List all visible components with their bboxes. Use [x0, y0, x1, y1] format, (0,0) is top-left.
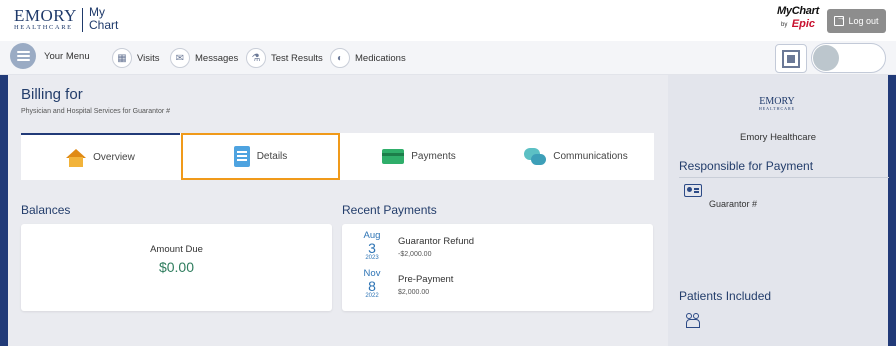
logo-brand-big: EMORY — [14, 6, 77, 25]
nav-item-messages[interactable]: ✉ Messages — [170, 47, 238, 69]
organization-logo: EMORY HEALTHCARE — [737, 97, 817, 111]
recent-payments-card: Aug 3 2023 Guarantor Refund -$2,000.00 N… — [342, 224, 653, 311]
nav-item-label: Test Results — [271, 52, 323, 64]
payment-date: Nov 8 2022 — [352, 269, 392, 299]
payment-title: Guarantor Refund — [398, 236, 475, 247]
patients-heading: Patients Included — [679, 289, 772, 303]
right-sidebar — [668, 75, 888, 346]
payment-day: 8 — [368, 277, 376, 294]
emory-logo[interactable]: EMORY HEALTHCARE — [14, 7, 77, 32]
list-item[interactable]: Nov 8 2022 Pre-Payment $2,000.00 — [342, 269, 652, 305]
responsible-heading: Responsible for Payment — [679, 159, 814, 173]
page-title: Billing for — [21, 86, 83, 103]
tab-label: Communications — [553, 151, 628, 162]
your-menu-label: Your Menu — [44, 50, 90, 62]
logout-button[interactable]: Log out — [827, 9, 886, 33]
left-edge-bar — [0, 75, 8, 346]
page-subtitle: Physician and Hospital Services for Guar… — [21, 108, 171, 115]
nav-item-medications[interactable]: ◐ Medications — [330, 47, 406, 69]
by-label: by — [780, 21, 788, 28]
balances-heading: Balances — [21, 203, 71, 217]
account-switcher[interactable] — [811, 43, 886, 73]
payment-amount: -$2,000.00 — [398, 251, 432, 258]
sidebar-divider — [679, 177, 889, 178]
tab-label: Details — [256, 151, 288, 162]
payment-amount: $2,000.00 — [398, 289, 430, 296]
billing-tabs: Overview Details Payments Communications — [21, 133, 654, 180]
amount-due-card[interactable]: Amount Due $0.00 — [21, 224, 332, 311]
list-item[interactable]: Aug 3 2023 Guarantor Refund -$2,000.00 — [342, 231, 652, 267]
logout-icon — [834, 12, 845, 26]
org-logo-small: HEALTHCARE — [758, 106, 796, 111]
amount-due-label: Amount Due — [150, 244, 203, 255]
id-card-icon — [684, 184, 702, 197]
mychart-label: MyChart — [777, 5, 819, 17]
nav-item-visits[interactable]: ▦ Visits — [112, 47, 160, 69]
amount-due-value: $0.00 — [158, 259, 195, 275]
logo-divider — [82, 8, 83, 32]
right-edge-bar — [888, 75, 896, 346]
tab-communications[interactable]: Communications — [498, 133, 654, 180]
flask-icon: ⚗ — [246, 48, 266, 68]
app-name: My Chart — [89, 6, 118, 32]
tab-details[interactable]: Details — [181, 133, 340, 180]
main-nav: Your Menu ▦ Visits ✉ Messages ⚗ Test Res… — [0, 41, 896, 75]
pill-icon: ◐ — [330, 48, 350, 68]
chat-bubbles-icon — [524, 147, 547, 166]
tab-overview[interactable]: Overview — [21, 133, 180, 180]
organization-name: Emory Healthcare — [739, 132, 817, 143]
logo-brand-small: HEALTHCARE — [14, 24, 73, 31]
calendar-icon: ▦ — [112, 48, 132, 68]
hamburger-menu-icon — [10, 43, 36, 69]
house-icon — [66, 148, 87, 167]
mychart-by-epic-logo: MyChart by Epic — [775, 6, 821, 33]
payment-title: Pre-Payment — [398, 274, 454, 285]
top-header: EMORY HEALTHCARE My Chart MyChart by Epi… — [0, 0, 896, 41]
payment-day: 3 — [368, 239, 376, 256]
your-menu-button[interactable]: Your Menu — [10, 43, 90, 69]
guarantor-label: Guarantor # — [709, 199, 758, 209]
logout-label: Log out — [848, 16, 879, 26]
nav-item-label: Medications — [355, 52, 406, 64]
people-icon — [684, 313, 702, 329]
nav-item-test-results[interactable]: ⚗ Test Results — [246, 47, 323, 69]
tab-payments[interactable]: Payments — [341, 133, 497, 180]
payment-date: Aug 3 2023 — [352, 231, 392, 261]
qr-code-button[interactable] — [775, 44, 807, 73]
nav-item-label: Visits — [137, 52, 160, 64]
avatar — [813, 45, 839, 71]
payment-year: 2022 — [365, 292, 379, 299]
recent-payments-heading: Recent Payments — [342, 203, 437, 217]
envelope-icon: ✉ — [170, 48, 190, 68]
tab-label: Overview — [93, 152, 135, 163]
app-name-line2: Chart — [89, 18, 119, 32]
qr-code-icon — [782, 49, 800, 68]
nav-item-label: Messages — [195, 52, 239, 64]
document-icon — [233, 146, 250, 167]
tab-label: Payments — [411, 151, 456, 162]
epic-label: Epic — [791, 18, 816, 31]
credit-card-icon — [382, 149, 405, 164]
payment-year: 2023 — [365, 254, 379, 261]
